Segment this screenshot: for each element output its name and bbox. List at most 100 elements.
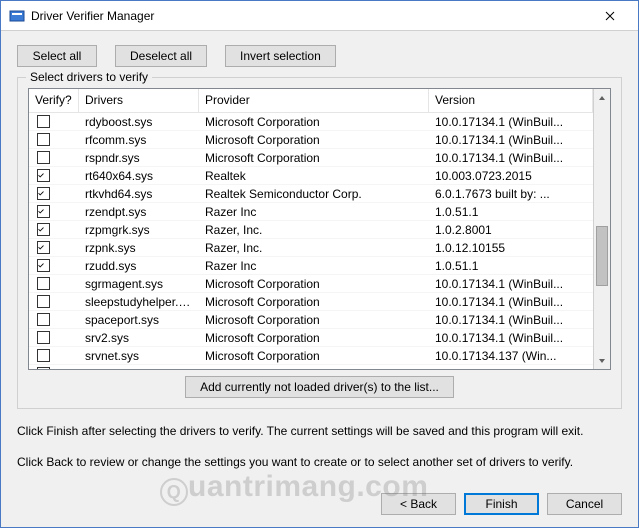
verify-cell[interactable] <box>29 133 79 146</box>
scroll-track[interactable] <box>594 106 610 352</box>
col-drivers[interactable]: Drivers <box>79 89 199 112</box>
version-cell: 10.0.17134.137 (Win... <box>429 349 593 363</box>
table-row[interactable]: srvnet.sysMicrosoft Corporation10.0.1713… <box>29 347 593 365</box>
driver-cell: rzudd.sys <box>79 259 199 273</box>
finish-button[interactable]: Finish <box>464 493 539 515</box>
verify-cell[interactable] <box>29 349 79 362</box>
verify-checkbox[interactable] <box>37 223 50 236</box>
verify-checkbox[interactable] <box>37 295 50 308</box>
provider-cell: Razer Inc <box>199 205 429 219</box>
verify-cell[interactable] <box>29 115 79 128</box>
version-cell: <unknown> <box>429 367 593 370</box>
table-row[interactable]: rtkvhd64.sysRealtek Semiconductor Corp.6… <box>29 185 593 203</box>
verify-checkbox[interactable] <box>37 277 50 290</box>
verify-cell[interactable] <box>29 223 79 236</box>
window-title: Driver Verifier Manager <box>31 9 587 23</box>
verify-cell[interactable] <box>29 295 79 308</box>
cancel-button[interactable]: Cancel <box>547 493 622 515</box>
vertical-scrollbar[interactable] <box>593 89 610 369</box>
verify-checkbox[interactable] <box>37 115 50 128</box>
verify-checkbox[interactable] <box>37 241 50 254</box>
verify-cell[interactable] <box>29 241 79 254</box>
verify-cell[interactable] <box>29 259 79 272</box>
col-version[interactable]: Version <box>429 89 593 112</box>
select-all-button[interactable]: Select all <box>17 45 97 67</box>
driver-cell: rspndr.sys <box>79 151 199 165</box>
driver-cell: srv2.sys <box>79 331 199 345</box>
verify-checkbox[interactable] <box>37 349 50 362</box>
table-row[interactable]: rt640x64.sysRealtek10.003.0723.2015 <box>29 167 593 185</box>
verify-checkbox[interactable] <box>37 259 50 272</box>
table-row[interactable]: rfcomm.sysMicrosoft Corporation10.0.1713… <box>29 131 593 149</box>
verify-checkbox[interactable] <box>37 313 50 326</box>
instructions: Click Finish after selecting the drivers… <box>17 419 622 486</box>
close-button[interactable] <box>587 1 632 30</box>
list-body: rdyboost.sysMicrosoft Corporation10.0.17… <box>29 113 593 369</box>
provider-cell: Microsoft Corporation <box>199 349 429 363</box>
table-row[interactable]: steamstreamingmicr...<unknown><unknown> <box>29 365 593 369</box>
verify-checkbox[interactable] <box>37 151 50 164</box>
col-verify[interactable]: Verify? <box>29 89 79 112</box>
driver-cell: rtkvhd64.sys <box>79 187 199 201</box>
verify-cell[interactable] <box>29 187 79 200</box>
table-row[interactable]: srv2.sysMicrosoft Corporation10.0.17134.… <box>29 329 593 347</box>
provider-cell: Razer Inc <box>199 259 429 273</box>
table-row[interactable]: spaceport.sysMicrosoft Corporation10.0.1… <box>29 311 593 329</box>
instruction-line-1: Click Finish after selecting the drivers… <box>17 423 622 440</box>
scroll-down-button[interactable] <box>594 352 610 369</box>
version-cell: 1.0.2.8001 <box>429 223 593 237</box>
drivers-groupbox: Select drivers to verify Verify? Drivers… <box>17 77 622 409</box>
provider-cell: <unknown> <box>199 367 429 370</box>
driver-cell: steamstreamingmicr... <box>79 367 199 370</box>
verify-checkbox[interactable] <box>37 133 50 146</box>
table-row[interactable]: rzudd.sysRazer Inc1.0.51.1 <box>29 257 593 275</box>
verify-cell[interactable] <box>29 367 79 369</box>
table-row[interactable]: rzpnk.sysRazer, Inc.1.0.12.10155 <box>29 239 593 257</box>
driver-cell: srvnet.sys <box>79 349 199 363</box>
list-header: Verify? Drivers Provider Version <box>29 89 593 113</box>
verify-cell[interactable] <box>29 151 79 164</box>
col-provider[interactable]: Provider <box>199 89 429 112</box>
back-button[interactable]: < Back <box>381 493 456 515</box>
version-cell: 10.0.17134.1 (WinBuil... <box>429 277 593 291</box>
groupbox-label: Select drivers to verify <box>26 70 152 84</box>
verify-checkbox[interactable] <box>37 205 50 218</box>
verify-cell[interactable] <box>29 277 79 290</box>
wizard-footer: < Back Finish Cancel <box>17 493 622 515</box>
invert-selection-button[interactable]: Invert selection <box>225 45 336 67</box>
driver-cell: spaceport.sys <box>79 313 199 327</box>
provider-cell: Microsoft Corporation <box>199 295 429 309</box>
version-cell: 1.0.51.1 <box>429 259 593 273</box>
verify-cell[interactable] <box>29 331 79 344</box>
version-cell: 10.0.17134.1 (WinBuil... <box>429 313 593 327</box>
verify-cell[interactable] <box>29 313 79 326</box>
table-row[interactable]: rzpmgrk.sysRazer, Inc.1.0.2.8001 <box>29 221 593 239</box>
provider-cell: Microsoft Corporation <box>199 277 429 291</box>
verify-cell[interactable] <box>29 169 79 182</box>
driver-cell: rzpmgrk.sys <box>79 223 199 237</box>
verify-checkbox[interactable] <box>37 367 50 369</box>
verify-checkbox[interactable] <box>37 331 50 344</box>
add-driver-button[interactable]: Add currently not loaded driver(s) to th… <box>185 376 454 398</box>
provider-cell: Microsoft Corporation <box>199 151 429 165</box>
provider-cell: Razer, Inc. <box>199 241 429 255</box>
table-row[interactable]: rdyboost.sysMicrosoft Corporation10.0.17… <box>29 113 593 131</box>
deselect-all-button[interactable]: Deselect all <box>115 45 207 67</box>
table-row[interactable]: sgrmagent.sysMicrosoft Corporation10.0.1… <box>29 275 593 293</box>
provider-cell: Microsoft Corporation <box>199 331 429 345</box>
scroll-thumb[interactable] <box>596 226 608 286</box>
instruction-line-2: Click Back to review or change the setti… <box>17 454 622 471</box>
table-row[interactable]: rzendpt.sysRazer Inc1.0.51.1 <box>29 203 593 221</box>
verify-checkbox[interactable] <box>37 187 50 200</box>
version-cell: 1.0.12.10155 <box>429 241 593 255</box>
driver-list[interactable]: Verify? Drivers Provider Version rdyboos… <box>28 88 611 370</box>
table-row[interactable]: sleepstudyhelper.sysMicrosoft Corporatio… <box>29 293 593 311</box>
table-row[interactable]: rspndr.sysMicrosoft Corporation10.0.1713… <box>29 149 593 167</box>
verify-cell[interactable] <box>29 205 79 218</box>
verify-checkbox[interactable] <box>37 169 50 182</box>
version-cell: 10.0.17134.1 (WinBuil... <box>429 133 593 147</box>
toolbar: Select all Deselect all Invert selection <box>17 45 622 67</box>
provider-cell: Microsoft Corporation <box>199 133 429 147</box>
scroll-up-button[interactable] <box>594 89 610 106</box>
driver-cell: rfcomm.sys <box>79 133 199 147</box>
